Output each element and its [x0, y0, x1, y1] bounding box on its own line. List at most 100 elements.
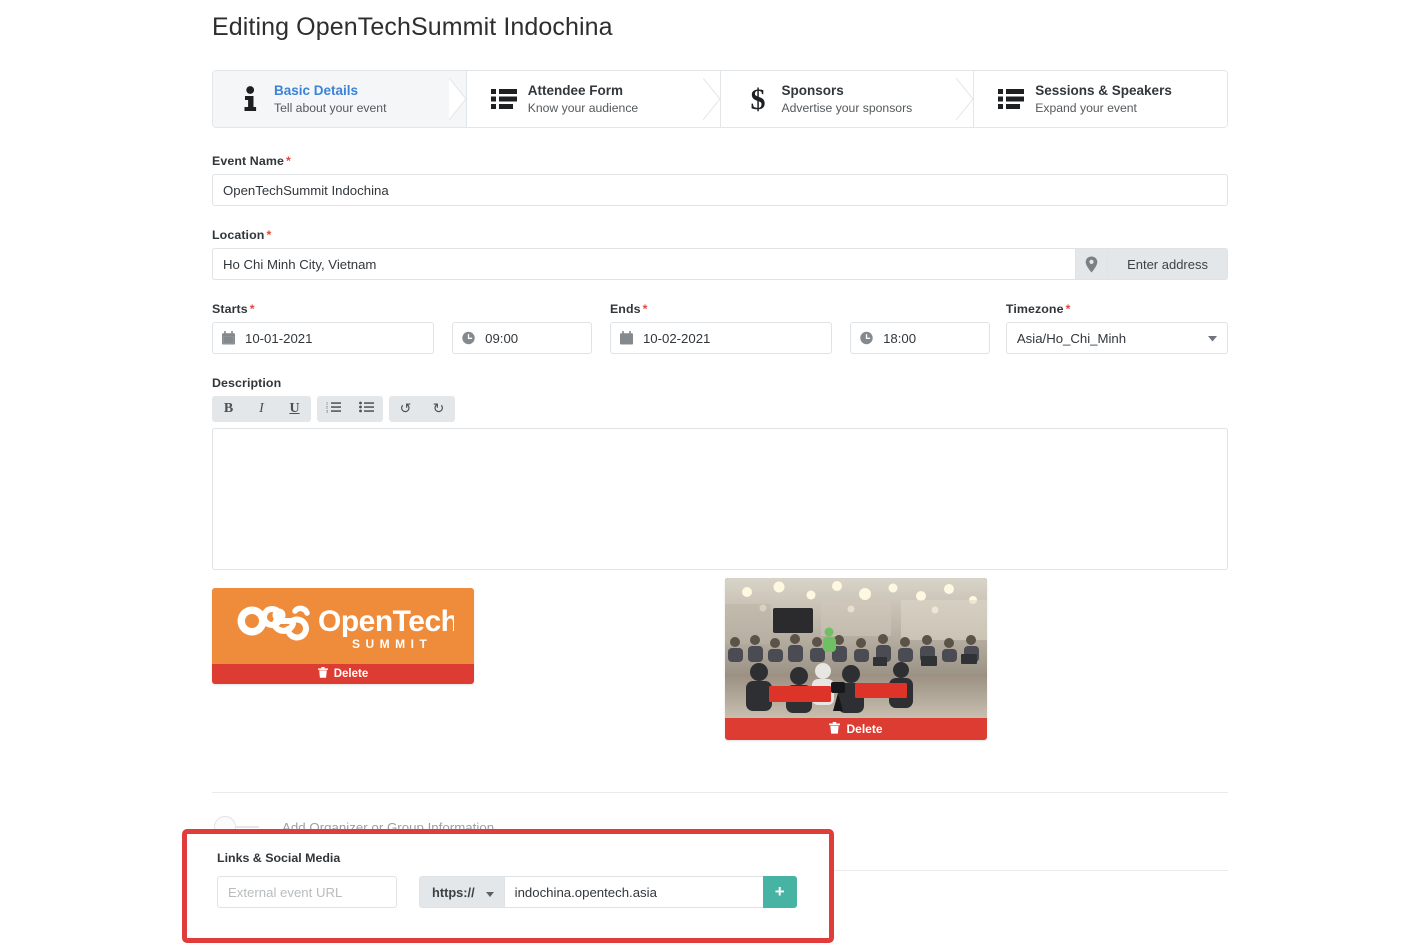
photo-delete-label: Delete — [846, 722, 883, 736]
list-group: 1 2 3 — [317, 396, 383, 422]
tab-subtitle: Expand your event — [1035, 100, 1137, 115]
links-inner: Links & Social Media https:// + — [187, 834, 829, 908]
editing-event-page: Editing OpenTechSummit Indochina Basic D… — [0, 0, 1422, 946]
undo-button[interactable]: ↺ — [389, 396, 422, 422]
ends-time-group — [850, 302, 990, 354]
dollar-icon: $ — [745, 84, 771, 114]
location-input-group: Enter address — [212, 248, 1228, 280]
svg-text:SUMMIT: SUMMIT — [352, 637, 432, 651]
ends-date-input[interactable] — [609, 322, 833, 354]
chevron-separator-icon — [702, 78, 721, 120]
location-input[interactable] — [212, 248, 1076, 280]
location-label: Location * — [212, 228, 1228, 242]
tab-subtitle: Tell about your event — [274, 100, 387, 115]
starts-date-input[interactable] — [212, 322, 435, 354]
chevron-down-icon — [485, 885, 494, 900]
label-text: Ends — [609, 302, 641, 316]
date-time-row: Starts * 10-01-2021 09:00 Ends * 10-02-2… — [212, 302, 1229, 354]
links-section-title: Links & Social Media — [217, 851, 341, 865]
timezone-label: Timezone * — [1006, 302, 1228, 316]
tab-title: Attendee Form — [527, 82, 624, 98]
chevron-separator-icon — [956, 78, 974, 120]
event-url-input[interactable] — [504, 876, 763, 908]
starts-time-wrapper — [452, 322, 592, 354]
unordered-list-icon — [359, 401, 374, 418]
links-fields-row: https:// + — [217, 876, 829, 908]
list-icon — [998, 84, 1025, 114]
ends-time-input[interactable] — [850, 322, 990, 354]
external-event-url-input[interactable] — [217, 876, 397, 908]
toggle-track — [233, 826, 259, 828]
trash-icon — [829, 721, 841, 737]
bold-button[interactable]: B — [212, 396, 245, 422]
description-editor[interactable] — [212, 428, 1228, 570]
logo-image: OpenTech SUMMIT — [212, 588, 474, 664]
underline-button[interactable]: U — [278, 396, 311, 422]
required-marker: * — [249, 302, 255, 316]
ordered-list-icon: 1 2 3 — [326, 401, 341, 418]
info-icon — [237, 84, 263, 114]
timezone-select-wrapper — [1005, 322, 1229, 354]
svg-text:$: $ — [750, 84, 765, 114]
tab-sessions-speakers[interactable]: Sessions & Speakers Expand your event — [974, 71, 1227, 127]
trash-icon — [317, 667, 328, 681]
plus-icon: + — [774, 882, 785, 901]
ends-label: Ends * — [610, 302, 832, 316]
label-text: Starts — [212, 302, 248, 316]
tab-basic-details[interactable]: Basic Details Tell about your event — [213, 71, 467, 127]
timezone-select[interactable] — [1005, 322, 1229, 354]
tab-sponsors[interactable]: $ Sponsors Advertise your sponsors — [720, 71, 975, 127]
required-marker: * — [1065, 302, 1071, 316]
tab-title: Basic Details — [274, 82, 359, 98]
enter-address-label: Enter address — [1127, 256, 1208, 272]
ordered-list-button[interactable]: 1 2 3 — [317, 396, 350, 422]
divider-top — [212, 792, 1228, 793]
location-field-group: Location* Enter address — [212, 228, 1228, 280]
starts-time-input[interactable] — [452, 322, 592, 354]
list-icon — [490, 84, 517, 114]
required-marker: * — [642, 302, 648, 316]
timezone-field-group: Timezone * — [1005, 302, 1229, 354]
label-text: Timezone — [1005, 302, 1064, 316]
tab-title: Sponsors — [781, 82, 844, 98]
tab-title: Sessions & Speakers — [1035, 82, 1172, 98]
label-text: Location — [212, 228, 265, 242]
protocol-value: https:// — [432, 884, 475, 900]
logo-delete-button[interactable]: Delete — [212, 664, 474, 684]
svg-text:OpenTech: OpenTech — [318, 605, 454, 638]
photo-image — [725, 578, 987, 718]
photo-thumbnail: Delete — [725, 578, 987, 740]
protocol-select[interactable]: https:// — [419, 876, 505, 908]
event-name-label: Event Name * — [212, 154, 1228, 168]
tab-subtitle: Advertise your sponsors — [781, 100, 913, 115]
rich-text-toolbar: B I U 1 2 3 ↺ ↻ — [212, 396, 1228, 422]
starts-label: Starts * — [212, 302, 434, 316]
svg-text:3: 3 — [326, 409, 328, 412]
starts-date-wrapper — [212, 322, 435, 354]
description-field-group: Description B I U 1 2 3 ↺ ↻ — [212, 376, 1228, 570]
logo-thumbnail: OpenTech SUMMIT Delete — [212, 588, 474, 684]
wizard-tabs: Basic Details Tell about your event Atte… — [212, 70, 1228, 128]
map-pin-icon — [1075, 248, 1108, 280]
ends-date-wrapper — [609, 322, 833, 354]
add-link-button[interactable]: + — [762, 876, 797, 908]
history-group: ↺ ↻ — [389, 396, 455, 422]
required-marker: * — [266, 228, 272, 242]
event-name-input[interactable] — [212, 174, 1228, 206]
media-thumbnails: OpenTech SUMMIT Delete Delete — [212, 578, 1228, 756]
event-name-field-group: Event Name * — [212, 154, 1228, 206]
ends-field-group: Ends * — [609, 302, 833, 354]
redo-button[interactable]: ↻ — [422, 396, 455, 422]
tab-attendee-form[interactable]: Attendee Form Know your audience — [466, 71, 721, 127]
text-style-group: B I U — [212, 396, 311, 422]
photo-delete-button[interactable]: Delete — [725, 718, 987, 740]
url-input-group: https:// + — [419, 876, 797, 908]
required-marker: * — [285, 154, 291, 168]
chevron-separator-icon — [448, 78, 467, 120]
enter-address-button[interactable]: Enter address — [1107, 248, 1228, 280]
page-title: Editing OpenTechSummit Indochina — [212, 13, 613, 41]
description-label: Description — [212, 376, 282, 390]
italic-button[interactable]: I — [245, 396, 278, 422]
unordered-list-button[interactable] — [350, 396, 383, 422]
links-social-media-section: Links & Social Media https:// + — [182, 829, 834, 943]
